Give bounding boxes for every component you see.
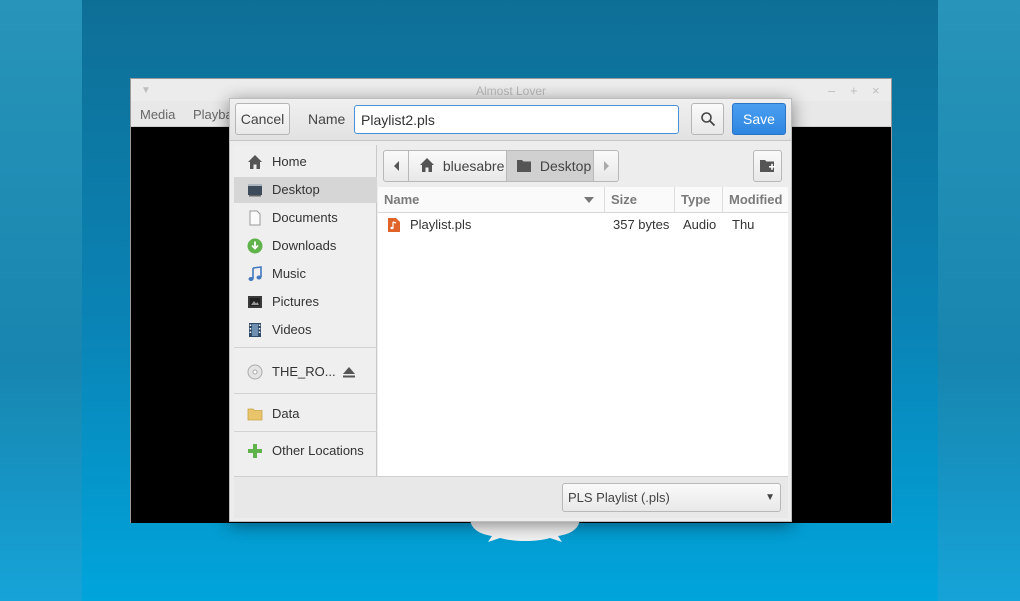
menu-media[interactable]: Media [140, 107, 175, 122]
home-icon [420, 158, 434, 172]
column-type[interactable]: Type [675, 187, 723, 213]
chevron-down-icon: ▼ [765, 492, 775, 503]
document-icon [249, 210, 261, 226]
sidebar-item-documents[interactable]: Documents [234, 205, 377, 231]
new-folder-button[interactable] [753, 150, 782, 182]
sidebar-item-downloads[interactable]: Downloads [234, 233, 377, 259]
path-item-desktop[interactable]: Desktop [506, 150, 594, 182]
save-file-dialog: Cancel Name Save Home Desktop [229, 98, 792, 522]
file-type: Audio [683, 217, 717, 232]
sidebar-item-music[interactable]: Music [234, 261, 377, 287]
path-forward-button[interactable] [593, 150, 619, 182]
sidebar-separator [234, 393, 377, 394]
sidebar-item-label: Videos [272, 322, 312, 337]
column-label: Name [384, 192, 420, 207]
path-item-label: bluesabre [442, 158, 505, 174]
maximize-icon[interactable]: + [850, 79, 858, 103]
file-type-filter-select[interactable]: PLS Playlist (.pls) ▼ [562, 483, 781, 512]
filename-input[interactable] [354, 105, 679, 134]
sidebar-item-label: Home [272, 154, 307, 169]
file-row[interactable]: Playlist.pls 357 bytes Audio Thu [378, 213, 788, 237]
vlc-cone-base-icon [470, 520, 580, 542]
music-note-icon [248, 266, 262, 281]
column-modified[interactable]: Modified [723, 187, 788, 213]
folder-icon [247, 408, 263, 421]
sidebar-item-data[interactable]: Data [234, 401, 377, 427]
chevron-right-icon [604, 161, 609, 171]
sidebar-item-label: Music [272, 266, 306, 281]
save-button[interactable]: Save [732, 103, 786, 135]
column-label: Modified [729, 192, 783, 207]
column-label: Size [611, 192, 638, 207]
film-icon [249, 323, 261, 337]
path-back-button[interactable] [383, 150, 409, 182]
dialog-footer: PLS Playlist (.pls) ▼ [234, 476, 788, 518]
column-name[interactable]: Name [378, 187, 605, 213]
picture-icon [248, 296, 262, 308]
close-icon[interactable]: × [872, 79, 880, 103]
sidebar-item-label: Data [272, 406, 300, 421]
dialog-headerbar: Cancel Name Save [230, 99, 791, 141]
sidebar-item-home[interactable]: Home [234, 149, 377, 175]
eject-icon[interactable] [341, 364, 357, 380]
filter-selected-value: PLS Playlist (.pls) [568, 490, 670, 505]
search-button[interactable] [691, 103, 724, 135]
sort-descending-icon [584, 197, 594, 203]
path-item-home[interactable]: bluesabre [408, 150, 507, 182]
search-icon [700, 112, 715, 127]
new-folder-icon [760, 160, 775, 172]
sidebar-item-label: THE_RO... [272, 364, 336, 379]
sidebar-separator [234, 431, 377, 432]
folder-icon [517, 160, 531, 172]
window-menu-icon[interactable]: ▼ [141, 79, 151, 103]
download-icon [247, 238, 263, 254]
vlc-window-title: Almost Lover [475, 84, 547, 98]
column-label: Type [681, 192, 711, 207]
file-size: 357 bytes [613, 217, 670, 232]
places-sidebar: Home Desktop Documents Downloads Music P… [234, 145, 377, 476]
file-list: Name Size Type Modified Playlist.pls 357… [378, 187, 788, 476]
column-size[interactable]: Size [605, 187, 675, 213]
sidebar-item-videos[interactable]: Videos [234, 317, 377, 343]
audio-file-icon [388, 218, 400, 232]
optical-disc-icon [247, 364, 263, 380]
cancel-button[interactable]: Cancel [235, 103, 290, 135]
sidebar-item-label: Documents [272, 210, 338, 225]
sidebar-item-label: Pictures [272, 294, 319, 309]
desktop-icon [248, 184, 262, 197]
sidebar-item-other-locations[interactable]: Other Locations [234, 438, 377, 464]
sidebar-separator [234, 347, 377, 348]
menu-playback[interactable]: Playba [193, 107, 233, 122]
name-label: Name [308, 111, 346, 127]
desktop-left-panel [0, 0, 82, 601]
sidebar-item-desktop[interactable]: Desktop [234, 177, 377, 203]
chevron-left-icon [394, 161, 399, 171]
minimize-icon[interactable]: – [828, 79, 835, 103]
desktop-right-panel [938, 0, 1020, 601]
home-icon [248, 155, 262, 169]
sidebar-item-label: Other Locations [272, 443, 364, 458]
path-item-label: Desktop [539, 158, 592, 174]
file-list-header: Name Size Type Modified [378, 187, 788, 213]
sidebar-item-pictures[interactable]: Pictures [234, 289, 377, 315]
sidebar-item-drive[interactable]: THE_RO... [234, 359, 377, 385]
plus-icon [248, 444, 262, 458]
file-modified: Thu [732, 217, 755, 232]
sidebar-item-label: Desktop [272, 182, 320, 197]
file-name: Playlist.pls [410, 217, 472, 232]
sidebar-item-label: Downloads [272, 238, 337, 253]
